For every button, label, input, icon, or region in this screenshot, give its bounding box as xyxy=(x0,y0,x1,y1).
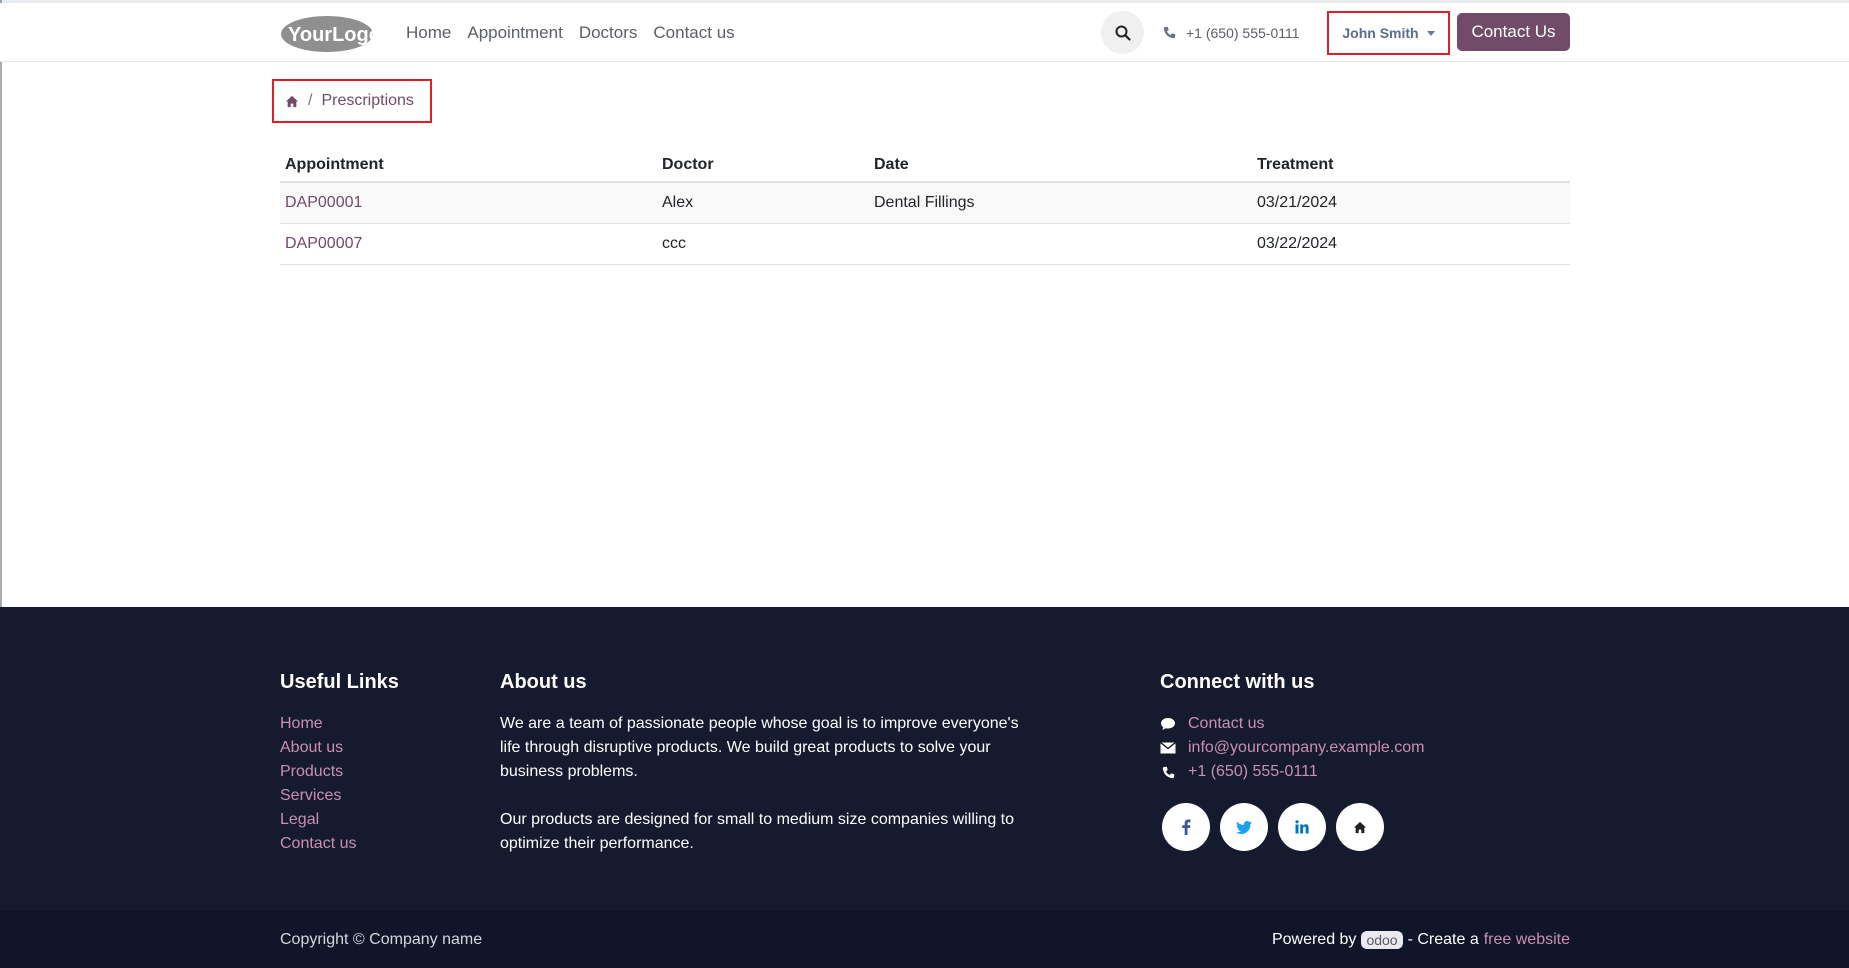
connect-contact-text: Contact us xyxy=(1188,715,1265,732)
treatment-cell: 03/22/2024 xyxy=(1252,223,1570,265)
col-doctor: Doctor xyxy=(657,148,869,183)
page: YourLogo Home Appointment Doctors Contac… xyxy=(0,0,1849,968)
table-header-row: Appointment Doctor Date Treatment xyxy=(280,148,1570,183)
doctor-cell: Alex xyxy=(657,182,869,224)
appointment-link[interactable]: DAP00007 xyxy=(280,223,657,265)
about-us-title: About us xyxy=(500,671,587,693)
twitter-icon[interactable] xyxy=(1220,803,1268,851)
date-cell xyxy=(869,223,1252,265)
site-footer: Useful Links Home About us Products Serv… xyxy=(0,607,1849,911)
connect-email[interactable]: info@yourcompany.example.com xyxy=(1160,736,1425,760)
chevron-down-icon xyxy=(1426,30,1435,36)
social-links xyxy=(1162,803,1425,851)
search-button[interactable] xyxy=(1101,11,1144,54)
col-appointment: Appointment xyxy=(280,148,657,183)
connect-title: Connect with us xyxy=(1160,671,1315,693)
col-treatment: Treatment xyxy=(1252,148,1570,183)
copyright-bar: Copyright © Company name Powered by odoo… xyxy=(0,911,1849,968)
connect-email-text: info@yourcompany.example.com xyxy=(1188,739,1425,756)
treatment-cell: 03/21/2024 xyxy=(1252,182,1570,224)
user-menu-dropdown[interactable]: John Smith xyxy=(1327,11,1450,55)
home-icon[interactable] xyxy=(1336,803,1384,851)
useful-links-section: Useful Links Home About us Products Serv… xyxy=(280,671,399,856)
main-nav: Home Appointment Doctors Contact us xyxy=(406,3,735,62)
header-phone[interactable]: +1 (650) 555-0111 xyxy=(1163,3,1300,62)
doctor-cell: ccc xyxy=(657,223,869,265)
envelope-icon xyxy=(1160,742,1176,754)
search-icon xyxy=(1115,25,1131,41)
copyright-text: Copyright © Company name xyxy=(280,930,483,948)
footer-link-about-us[interactable]: About us xyxy=(280,736,399,760)
home-icon[interactable] xyxy=(285,95,299,108)
appointment-link[interactable]: DAP00001 xyxy=(280,182,657,224)
breadcrumb-current: Prescriptions xyxy=(321,92,414,109)
left-border xyxy=(0,0,2,607)
powered-by-label: Powered by xyxy=(1271,930,1357,948)
comment-icon xyxy=(1161,718,1175,730)
date-cell: Dental Fillings xyxy=(869,182,1252,224)
nav-home[interactable]: Home xyxy=(406,23,451,43)
linkedin-icon[interactable] xyxy=(1278,803,1326,851)
nav-doctors[interactable]: Doctors xyxy=(579,23,638,43)
breadcrumb-separator: / xyxy=(308,92,313,109)
useful-links-title: Useful Links xyxy=(280,671,399,693)
user-name: John Smith xyxy=(1342,25,1419,41)
footer-link-products[interactable]: Products xyxy=(280,760,399,784)
facebook-icon[interactable] xyxy=(1162,803,1210,851)
table-row[interactable]: DAP00001 Alex Dental Fillings 03/21/2024 xyxy=(280,182,1570,224)
free-website-link[interactable]: free website xyxy=(1484,931,1570,949)
breadcrumb: / Prescriptions xyxy=(272,79,432,123)
prescriptions-table: Appointment Doctor Date Treatment DAP000… xyxy=(280,148,1570,265)
footer-link-legal[interactable]: Legal xyxy=(280,808,399,832)
contact-us-button[interactable]: Contact Us xyxy=(1457,13,1570,51)
nav-contact-us[interactable]: Contact us xyxy=(653,23,734,43)
create-label: - Create a xyxy=(1407,930,1479,948)
about-us-section: About us We are a team of passionate peo… xyxy=(500,671,1020,856)
connect-phone-text: +1 (650) 555-0111 xyxy=(1188,763,1318,780)
connect-section: Connect with us Contact us info@yourcomp… xyxy=(1160,671,1425,851)
col-date: Date xyxy=(869,148,1252,183)
footer-link-services[interactable]: Services xyxy=(280,784,399,808)
odoo-logo[interactable]: odoo xyxy=(1361,930,1403,949)
table-row[interactable]: DAP00007 ccc 03/22/2024 xyxy=(280,223,1570,265)
powered-by: Powered by odoo - Create a free website xyxy=(1272,911,1570,968)
footer-link-home[interactable]: Home xyxy=(280,712,399,736)
connect-phone[interactable]: +1 (650) 555-0111 xyxy=(1160,760,1425,784)
logo[interactable]: YourLogo xyxy=(280,14,381,54)
about-us-paragraph-2: Our products are designed for small to m… xyxy=(500,811,1015,852)
about-us-paragraph-1: We are a team of passionate people whose… xyxy=(500,715,1019,780)
nav-appointment[interactable]: Appointment xyxy=(467,23,562,43)
footer-link-contact-us[interactable]: Contact us xyxy=(280,832,399,856)
logo-text: YourLogo xyxy=(288,24,375,46)
site-header: YourLogo Home Appointment Doctors Contac… xyxy=(0,3,1849,62)
phone-icon xyxy=(1163,26,1176,39)
phone-icon xyxy=(1162,766,1174,778)
connect-contact-us[interactable]: Contact us xyxy=(1160,712,1425,736)
header-phone-text: +1 (650) 555-0111 xyxy=(1186,24,1300,41)
